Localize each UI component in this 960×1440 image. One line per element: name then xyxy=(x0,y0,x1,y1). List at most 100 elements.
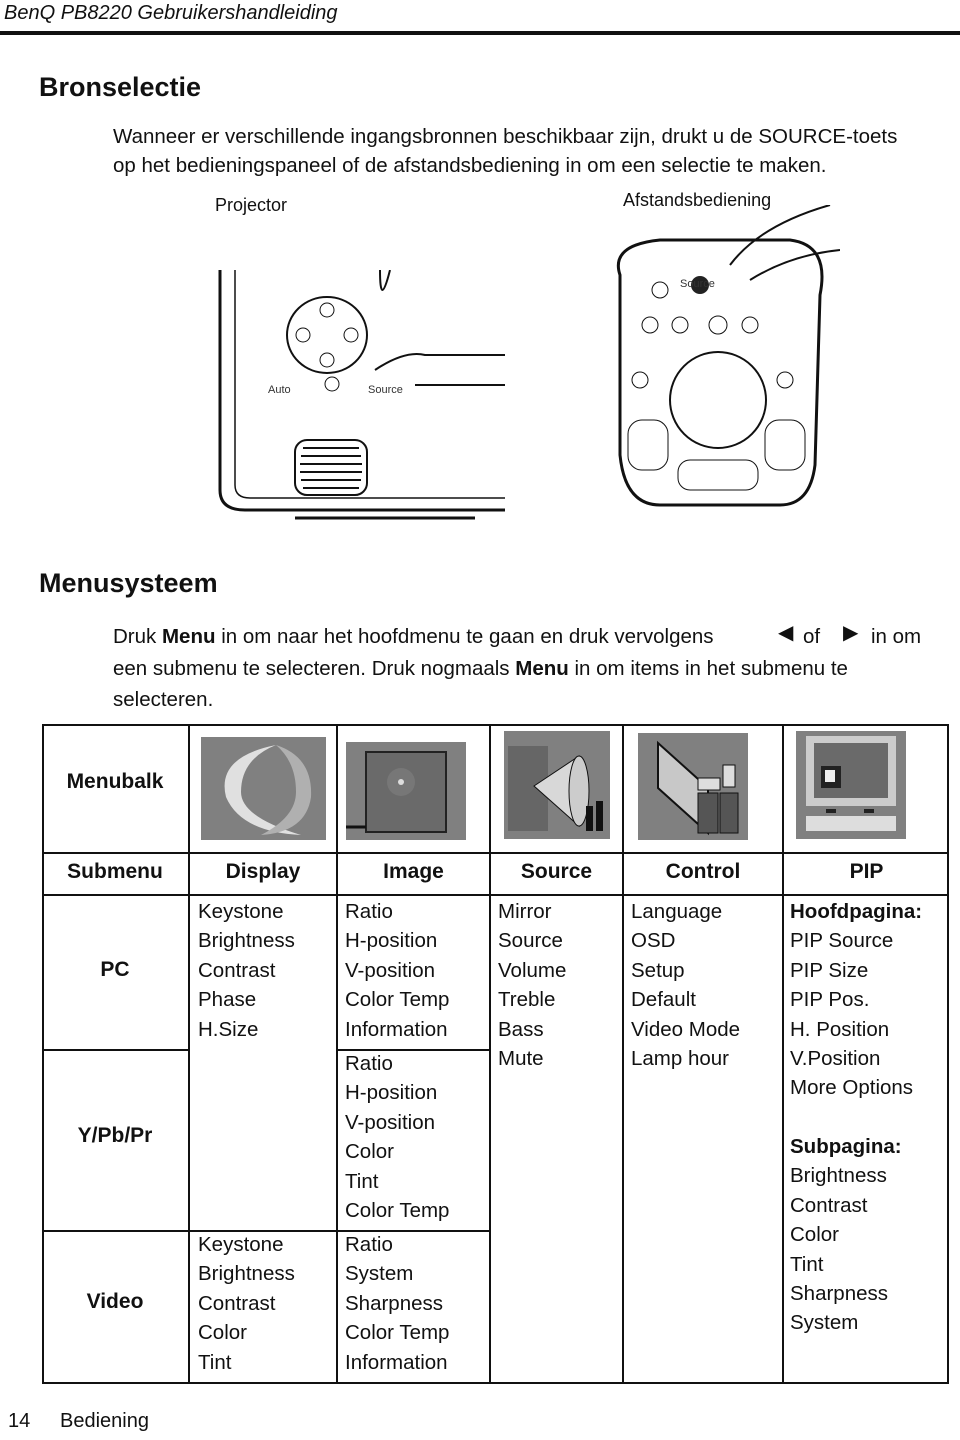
remote-control-illustration xyxy=(617,205,840,507)
menu-item: PIP Pos. xyxy=(790,988,870,1012)
remote-source-label: Source xyxy=(680,278,715,290)
header-pip: PIP xyxy=(849,860,884,883)
section-title-bronselectie: Bronselectie xyxy=(39,72,202,102)
text: in om naar het hoofdmenu te gaan en druk… xyxy=(215,625,714,648)
image-video-list: Ratio System Sharpness Color Temp Informatio… xyxy=(345,1230,449,1377)
menu-item: Contrast xyxy=(198,958,276,982)
display-pc-list: Keystone Brightness Contrast Phase H.Size xyxy=(198,897,295,1044)
menu-item: Bass xyxy=(498,1017,544,1041)
pip-menu-icon xyxy=(796,731,906,839)
header-source: Source xyxy=(520,860,593,883)
of-text: of xyxy=(803,625,821,648)
row-divider xyxy=(42,1049,190,1051)
right-arrow-icon: ▶ xyxy=(843,622,859,644)
text: in om items in het submenu te xyxy=(568,657,848,680)
menu-item: Tint xyxy=(198,1350,232,1374)
source-button-label: Source xyxy=(368,384,403,396)
page-number: 14 xyxy=(8,1410,31,1432)
menu-item: V-position xyxy=(345,1110,436,1134)
col-divider xyxy=(489,724,491,1384)
menu-item: System xyxy=(790,1311,859,1335)
menu-item: V.Position xyxy=(790,1047,881,1071)
menu-item: Tint xyxy=(345,1169,379,1193)
menu-item: Color Temp xyxy=(345,1199,450,1223)
display-video-list: Keystone Brightness Contrast Color Tint xyxy=(198,1230,295,1377)
control-list: Language OSD Setup Default Video Mode Lamp ho… xyxy=(631,897,740,1073)
image-ypbpr-list: Ratio H-position V-position Color Tint Color … xyxy=(345,1049,449,1225)
pip-main-list: Hoofdpagina: PIP Source PIP Size PIP Pos. H… xyxy=(790,897,922,1103)
menu-item: Color xyxy=(790,1223,839,1247)
menu-item: Contrast xyxy=(790,1193,868,1217)
menu-item: Color xyxy=(345,1140,394,1164)
control-menu-icon xyxy=(638,733,748,840)
menu-item: Information xyxy=(345,1017,448,1041)
menu-item: Mirror xyxy=(498,900,552,923)
menu-item: PIP Source xyxy=(790,929,894,953)
text: een submenu te selecteren. Druk nogmaals xyxy=(113,657,516,680)
menu-item: H. Position xyxy=(790,1017,890,1041)
menu-item: System xyxy=(345,1262,414,1286)
menubalk-label: Menubalk xyxy=(66,770,164,793)
menu-item: Color Temp xyxy=(345,1321,450,1345)
text: Druk xyxy=(113,625,162,648)
menu-item: Brightness xyxy=(198,929,295,953)
col-divider xyxy=(336,724,338,1384)
menu-item: Color Temp xyxy=(345,988,450,1012)
menu-item: Language xyxy=(631,900,723,923)
submenu-label: Submenu xyxy=(67,860,163,883)
col-divider xyxy=(188,724,190,1384)
manual-page: BenQ PB8220 Gebruikershandleiding Bronse… xyxy=(0,0,960,1440)
header-rule xyxy=(0,31,960,35)
menu-item: Keystone xyxy=(198,900,284,923)
menu-key: Menu xyxy=(515,657,569,680)
menu-item: Color xyxy=(198,1321,247,1345)
pip-main-title: Hoofdpagina: xyxy=(790,900,923,923)
menu-item: H.Size xyxy=(198,1017,259,1041)
paragraph-line: selecteren. xyxy=(113,688,214,711)
menu-item: Video Mode xyxy=(631,1017,741,1041)
menu-item: Ratio xyxy=(345,1233,393,1256)
image-pc-list: Ratio H-position V-position Color Temp Infor… xyxy=(345,897,449,1044)
paragraph-line: op het bedieningspaneel of de afstandsbe… xyxy=(113,154,827,177)
menu-item: Brightness xyxy=(198,1262,295,1286)
pip-sub-title: Subpagina: xyxy=(790,1135,902,1158)
pip-sub-list: Subpagina: Brightness Contrast Color Tint Sh… xyxy=(790,1132,902,1338)
menu-item: Information xyxy=(345,1350,448,1374)
projector-illustration xyxy=(218,270,505,520)
menu-item: Volume xyxy=(498,958,567,982)
paragraph-line: een submenu te selecteren. Druk nogmaals… xyxy=(113,653,848,684)
col-divider xyxy=(782,724,784,1384)
row-label-pc: PC xyxy=(100,958,130,981)
menu-item: Keystone xyxy=(198,1233,284,1256)
header-image: Image xyxy=(383,860,444,883)
auto-button-label: Auto xyxy=(268,384,291,396)
running-head: BenQ PB8220 Gebruikershandleiding xyxy=(4,2,338,24)
menu-item: Phase xyxy=(198,988,257,1012)
menu-item: Source xyxy=(498,929,563,953)
header-display: Display xyxy=(225,860,301,883)
source-list: Mirror Source Volume Treble Bass Mute xyxy=(498,897,566,1073)
row-divider xyxy=(42,894,949,896)
menu-item: Mute xyxy=(498,1047,544,1071)
menu-item: OSD xyxy=(631,929,676,953)
footer-section: Bediening xyxy=(60,1410,149,1432)
source-menu-icon xyxy=(504,731,610,839)
left-arrow-icon: ◀ xyxy=(778,622,794,644)
menu-item: V-position xyxy=(345,958,436,982)
row-label-video: Video xyxy=(86,1290,144,1313)
col-divider xyxy=(622,724,624,1384)
paragraph-line: Wanneer er verschillende ingangsbronnen … xyxy=(113,125,898,148)
row-divider xyxy=(42,852,949,854)
menu-item: Ratio xyxy=(345,1052,393,1075)
menu-item: Setup xyxy=(631,958,685,982)
menu-item: Sharpness xyxy=(345,1291,444,1315)
menu-item: Tint xyxy=(790,1252,824,1276)
image-menu-icon xyxy=(346,742,466,840)
projector-label: Projector xyxy=(215,195,288,215)
menu-item: Default xyxy=(631,988,696,1012)
section-title-menusysteem: Menusysteem xyxy=(39,568,218,598)
menu-item: Ratio xyxy=(345,900,393,923)
paragraph-line: Druk Menu in om naar het hoofdmenu te ga… xyxy=(113,621,714,652)
display-menu-icon xyxy=(201,737,326,840)
menu-item: Sharpness xyxy=(790,1282,889,1306)
